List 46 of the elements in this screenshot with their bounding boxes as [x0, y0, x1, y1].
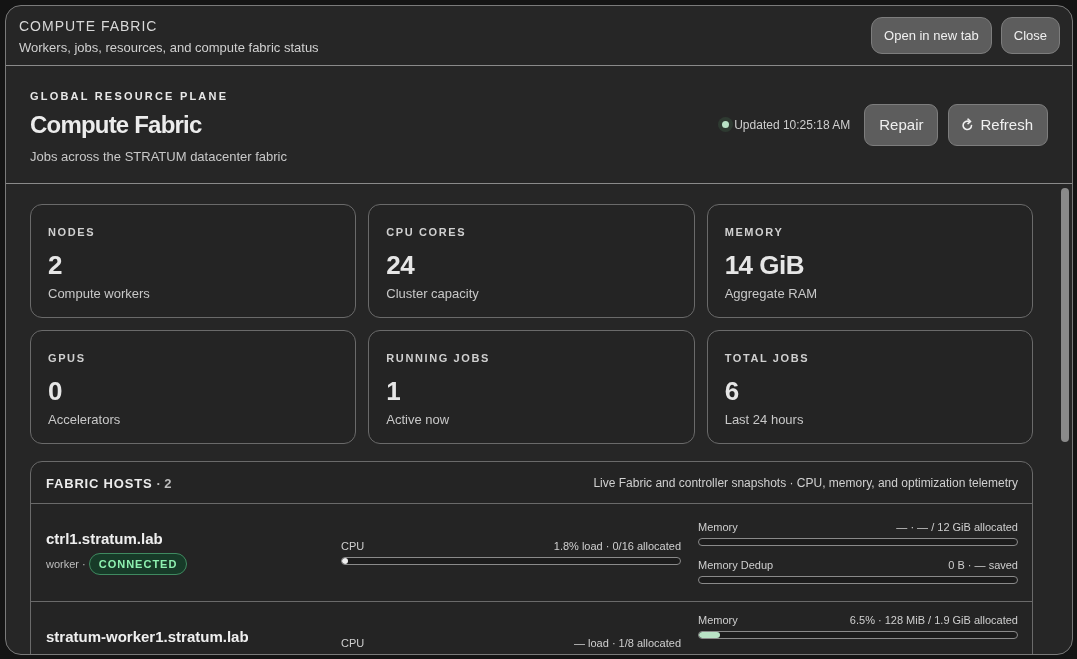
stat-value: 1 [386, 376, 401, 407]
meter-reading: 6.5% · 128 MiB / 1.9 GiB allocated [849, 614, 1018, 626]
host-role: worker · [46, 558, 86, 570]
stat-caption: Compute workers [48, 286, 150, 301]
meter-label: Memory [698, 614, 738, 626]
updated-time: Updated 10:25:18 AM [734, 117, 851, 132]
meter-label: CPU [341, 637, 365, 649]
meter-reading: 0 B · — saved [948, 559, 1018, 571]
repair-button[interactable]: Repair [864, 103, 939, 146]
hosts-description: Live Fabric and controller snapshots · CPU, memory, and optimization telemetry [593, 475, 1018, 490]
close-button[interactable]: Close [1000, 17, 1060, 54]
section-eyebrow: GLOBAL RESOURCE PLANE [30, 89, 229, 102]
stat-value: 2 [48, 250, 62, 281]
stat-label: CPU CORES [386, 226, 467, 238]
stat-label: NODES [48, 226, 96, 238]
page-subtitle: Jobs across the STRATUM datacenter fabric [30, 148, 287, 164]
meter-reading: — · — / 12 GiB allocated [896, 521, 1018, 533]
stat-caption: Aggregate RAM [724, 286, 818, 301]
hosts-title: FABRIC HOSTS [46, 475, 153, 491]
window-title: COMPUTE FABRIC [19, 17, 158, 34]
refresh-icon [961, 117, 975, 132]
page-title: Compute Fabric [30, 110, 202, 138]
window-subtitle: Workers, jobs, resources, and compute fabric status [19, 39, 319, 55]
stat-value: 14 GiB [724, 250, 805, 281]
meter-label: Memory Dedup [698, 559, 774, 571]
stat-value: 6 [724, 376, 739, 407]
stat-label: GPUS [48, 352, 86, 364]
meter-label: Memory [698, 521, 738, 533]
stat-caption: Accelerators [48, 412, 121, 427]
stat-caption: Last 24 hours [724, 412, 804, 427]
stat-label: TOTAL JOBS [724, 352, 810, 364]
stat-label: MEMORY [724, 226, 784, 238]
stat-caption: Cluster capacity [386, 286, 479, 301]
stat-value: 24 [386, 250, 415, 281]
meter-label: CPU [341, 540, 365, 552]
status-badge: CONNECTED [88, 553, 188, 575]
meter-reading: — load · 1/8 allocated [574, 637, 681, 649]
meter-reading: 1.8% load · 0/16 allocated [553, 540, 681, 552]
open-tab-button[interactable]: Open in new tab [871, 17, 992, 54]
hosts-count: · 2 [156, 475, 172, 491]
refresh-button[interactable]: Refresh [948, 103, 1048, 146]
host-name: ctrl1.stratum.lab [46, 530, 164, 547]
stat-value: 0 [48, 376, 62, 407]
stat-label: RUNNING JOBS [386, 352, 490, 364]
host-name: stratum-worker1.stratum.lab [46, 628, 250, 645]
stat-caption: Active now [386, 412, 450, 427]
